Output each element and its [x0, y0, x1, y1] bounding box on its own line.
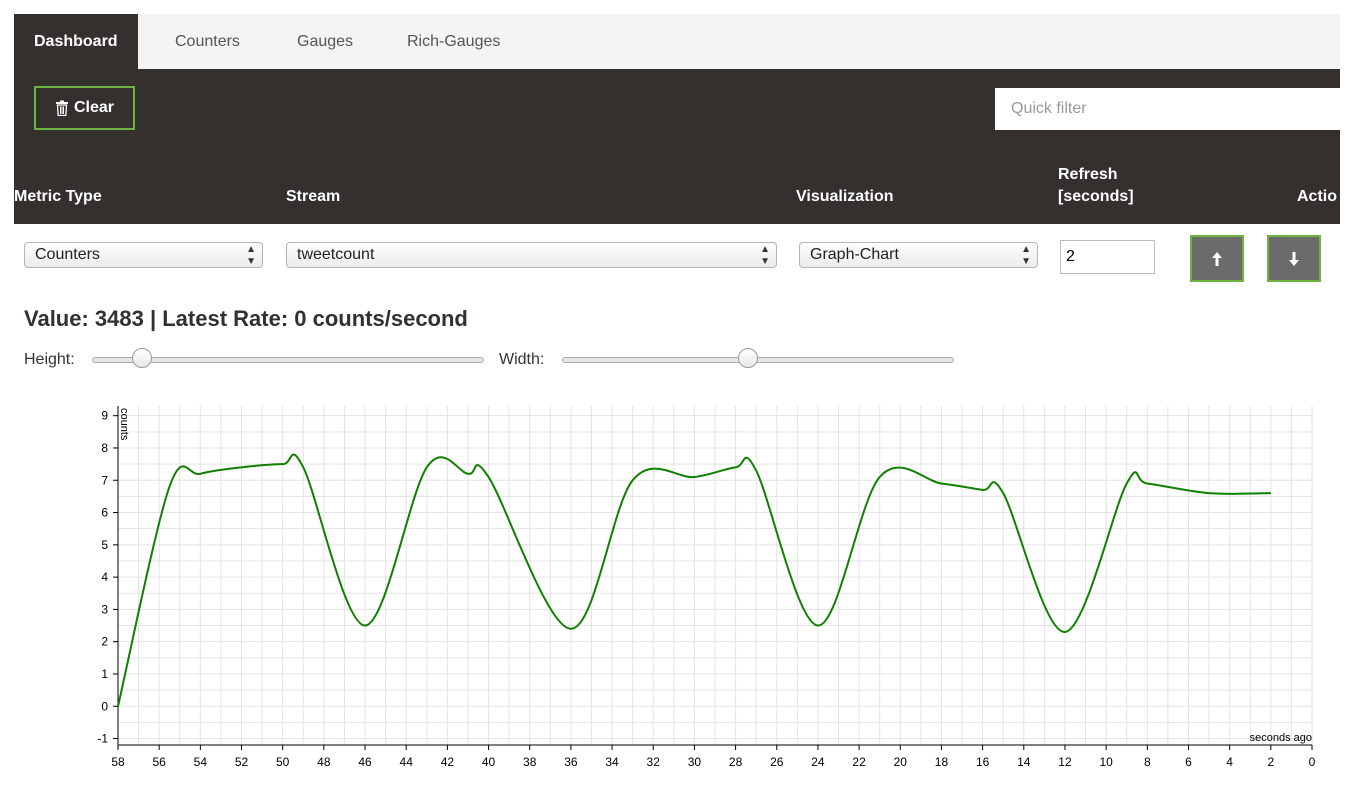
x-tick-label: 0 [1309, 755, 1316, 769]
x-tick-label: 48 [317, 755, 331, 769]
app: Dashboard Counters Gauges Rich-Gauges Cl… [14, 0, 1340, 790]
y-tick-label: 6 [101, 506, 108, 520]
y-tick-label: 5 [101, 538, 108, 552]
x-tick-label: 58 [111, 755, 125, 769]
x-tick-label: 40 [482, 755, 496, 769]
x-tick-label: 44 [400, 755, 414, 769]
x-tick-label: 22 [852, 755, 866, 769]
x-tick-label: 50 [276, 755, 290, 769]
y-tick-label: 0 [101, 699, 108, 713]
y-tick-label: 4 [101, 570, 108, 584]
y-tick-label: 2 [101, 635, 108, 649]
y-axis-label: counts [118, 408, 130, 441]
x-tick-label: 52 [235, 755, 249, 769]
x-tick-label: 42 [441, 755, 455, 769]
x-tick-label: 36 [564, 755, 578, 769]
x-tick-label: 34 [605, 755, 619, 769]
y-tick-label: -1 [97, 732, 108, 746]
x-tick-label: 20 [894, 755, 908, 769]
y-tick-label: 9 [101, 409, 108, 423]
y-tick-label: 1 [101, 667, 108, 681]
counts-line-chart: -1012345678958 56 54 52 50 48 46 44 42 40 38 36 34 32… [97, 406, 1316, 769]
x-tick-label: 26 [770, 755, 784, 769]
x-tick-label: 14 [1017, 755, 1031, 769]
x-tick-label: 18 [935, 755, 949, 769]
x-tick-label: 8 [1144, 755, 1151, 769]
x-tick-label: 46 [358, 755, 372, 769]
x-tick-label: 12 [1058, 755, 1072, 769]
x-tick-label: 28 [729, 755, 743, 769]
x-tick-label: 56 [152, 755, 166, 769]
x-tick-label: 10 [1099, 755, 1113, 769]
x-tick-label: 2 [1267, 755, 1274, 769]
y-tick-label: 8 [101, 441, 108, 455]
y-tick-label: 7 [101, 473, 108, 487]
x-tick-label: 4 [1226, 755, 1233, 769]
x-tick-label: 30 [688, 755, 702, 769]
y-tick-label: 3 [101, 602, 108, 616]
x-tick-label: 24 [811, 755, 825, 769]
x-axis-label: seconds ago [1250, 732, 1312, 744]
x-tick-label: 38 [523, 755, 537, 769]
x-tick-label: 16 [976, 755, 990, 769]
x-tick-label: 32 [647, 755, 661, 769]
x-tick-label: 6 [1185, 755, 1192, 769]
x-tick-label: 54 [194, 755, 208, 769]
